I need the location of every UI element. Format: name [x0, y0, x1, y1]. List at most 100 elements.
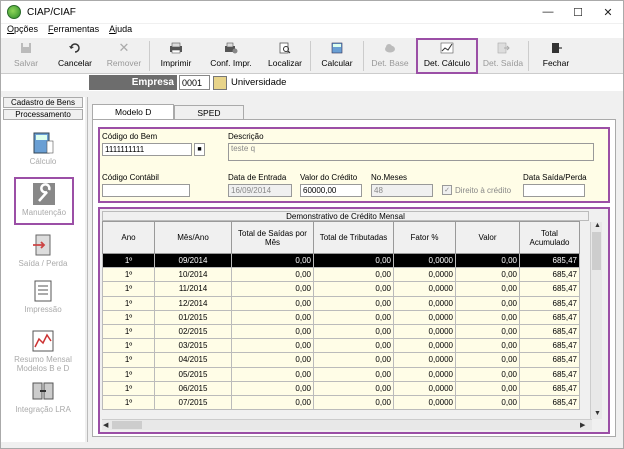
cancel-button[interactable]: Cancelar — [51, 38, 99, 74]
table-cell[interactable]: 0,00 — [231, 323, 314, 340]
horizontal-scrollbar[interactable]: ◀ ▶ — [102, 419, 592, 430]
empresa-code-field[interactable]: 0001 — [179, 75, 210, 90]
find-button[interactable]: Localizar — [260, 38, 310, 74]
table-cell[interactable]: 0,00 — [455, 295, 520, 311]
col-total-acumulado[interactable]: Total Acumulado — [519, 221, 580, 254]
table-cell[interactable]: 0,00 — [313, 252, 394, 269]
col-fator[interactable]: Fator % — [393, 221, 456, 254]
sidebar-item-impressao[interactable]: Impressão — [1, 279, 85, 314]
table-cell[interactable]: 1º — [102, 295, 155, 311]
sidebar-item-calculo[interactable]: Cálculo — [1, 131, 85, 166]
print-button[interactable]: Imprimir — [150, 38, 202, 74]
table-row[interactable]: 1º 01/2015 0,00 0,00 0,0000 0,00 685,47 — [102, 309, 580, 325]
table-cell[interactable]: 685,47 — [519, 323, 580, 340]
folder-icon[interactable] — [213, 75, 227, 90]
sidebar-item-resumo-mensal[interactable]: Resumo Mensal Modelos B e D — [1, 329, 85, 373]
table-cell[interactable]: 0,00 — [455, 380, 520, 396]
table-cell[interactable]: 0,00 — [231, 352, 314, 368]
sidebar-item-manutencao[interactable]: Manutenção — [14, 177, 74, 225]
table-cell[interactable]: 0,00 — [231, 366, 314, 382]
table-cell[interactable]: 05/2015 — [154, 366, 232, 382]
table-row[interactable]: 1º 07/2015 0,00 0,00 0,0000 0,00 685,47 — [102, 394, 580, 411]
vertical-scrollbar[interactable]: ▲ ▼ — [590, 222, 602, 419]
table-cell[interactable]: 0,00 — [455, 309, 520, 325]
calculate-button[interactable]: Calcular — [311, 38, 363, 74]
table-cell[interactable]: 685,47 — [519, 267, 580, 283]
maximize-button[interactable]: ☐ — [563, 1, 593, 23]
codigo-bem-field[interactable]: 1111111111 — [102, 143, 192, 156]
scroll-thumb[interactable] — [592, 232, 601, 270]
table-cell[interactable]: 0,00 — [455, 338, 520, 354]
col-total-saidas[interactable]: Total de Saídas por Mês — [231, 221, 314, 254]
col-valor[interactable]: Valor — [455, 221, 520, 254]
table-cell[interactable]: 1º — [102, 380, 155, 396]
table-cell[interactable]: 0,0000 — [393, 323, 456, 340]
print-settings-button[interactable]: Conf. Impr. — [202, 38, 260, 74]
codigo-contabil-field[interactable] — [102, 184, 190, 197]
table-cell[interactable]: 685,47 — [519, 281, 580, 297]
close-button[interactable]: ✕ — [593, 1, 623, 23]
table-cell[interactable]: 0,00 — [455, 267, 520, 283]
table-row[interactable]: 1º 12/2014 0,00 0,00 0,0000 0,00 685,47 — [102, 295, 580, 311]
table-cell[interactable]: 0,00 — [313, 366, 394, 382]
table-cell[interactable]: 0,00 — [455, 323, 520, 340]
table-row[interactable]: 1º 09/2014 0,00 0,00 0,0000 0,00 685,47 — [102, 252, 580, 269]
data-saida-field[interactable] — [523, 184, 585, 197]
table-cell[interactable]: 0,0000 — [393, 309, 456, 325]
table-cell[interactable]: 09/2014 — [154, 252, 232, 269]
table-cell[interactable]: 0,0000 — [393, 394, 456, 411]
table-cell[interactable]: 0,00 — [313, 323, 394, 340]
table-cell[interactable]: 0,0000 — [393, 338, 456, 354]
table-cell[interactable]: 04/2015 — [154, 352, 232, 368]
table-cell[interactable]: 12/2014 — [154, 295, 232, 311]
col-total-tributadas[interactable]: Total de Tributadas — [313, 221, 394, 254]
minimize-button[interactable]: — — [533, 1, 563, 23]
det-calculo-button[interactable]: Det. Cálculo — [416, 38, 478, 74]
table-cell[interactable]: 0,0000 — [393, 295, 456, 311]
close-app-button[interactable]: Fechar — [529, 38, 583, 74]
table-cell[interactable]: 1º — [102, 352, 155, 368]
table-cell[interactable]: 03/2015 — [154, 338, 232, 354]
table-row[interactable]: 1º 04/2015 0,00 0,00 0,0000 0,00 685,47 — [102, 352, 580, 368]
table-cell[interactable]: 0,00 — [313, 267, 394, 283]
table-row[interactable]: 1º 03/2015 0,00 0,00 0,0000 0,00 685,47 — [102, 338, 580, 354]
table-row[interactable]: 1º 11/2014 0,00 0,00 0,0000 0,00 685,47 — [102, 281, 580, 297]
table-row[interactable]: 1º 10/2014 0,00 0,00 0,0000 0,00 685,47 — [102, 267, 580, 283]
table-cell[interactable]: 07/2015 — [154, 394, 232, 411]
lookup-icon[interactable]: ■ — [194, 143, 205, 156]
table-cell[interactable]: 0,00 — [231, 309, 314, 325]
table-cell[interactable]: 0,00 — [455, 394, 520, 411]
table-cell[interactable]: 685,47 — [519, 338, 580, 354]
table-cell[interactable]: 0,00 — [231, 281, 314, 297]
valor-credito-field[interactable]: 60000,00 — [300, 184, 362, 197]
table-cell[interactable]: 1º — [102, 366, 155, 382]
scroll-right-icon[interactable]: ▶ — [580, 421, 585, 429]
table-cell[interactable]: 0,00 — [313, 281, 394, 297]
table-cell[interactable]: 1º — [102, 309, 155, 325]
table-cell[interactable]: 1º — [102, 281, 155, 297]
table-cell[interactable]: 0,00 — [455, 252, 520, 269]
table-cell[interactable]: 0,00 — [231, 338, 314, 354]
table-cell[interactable]: 0,00 — [313, 295, 394, 311]
table-cell[interactable]: 02/2015 — [154, 323, 232, 340]
table-cell[interactable]: 0,00 — [455, 281, 520, 297]
table-cell[interactable]: 0,00 — [455, 366, 520, 382]
sidebar-tab-processamento[interactable]: Processamento — [3, 109, 83, 120]
table-cell[interactable]: 0,00 — [231, 267, 314, 283]
table-cell[interactable]: 0,0000 — [393, 352, 456, 368]
table-cell[interactable]: 0,00 — [313, 352, 394, 368]
scroll-down-icon[interactable]: ▼ — [594, 410, 601, 417]
table-row[interactable]: 1º 06/2015 0,00 0,00 0,0000 0,00 685,47 — [102, 380, 580, 396]
sidebar-item-saida-perda[interactable]: Saída / Perda — [1, 233, 85, 268]
descricao-field[interactable]: teste q — [228, 143, 594, 161]
table-cell[interactable]: 1º — [102, 338, 155, 354]
col-ano[interactable]: Ano — [102, 221, 155, 254]
table-row[interactable]: 1º 02/2015 0,00 0,00 0,0000 0,00 685,47 — [102, 323, 580, 340]
table-cell[interactable]: 685,47 — [519, 295, 580, 311]
table-cell[interactable]: 685,47 — [519, 380, 580, 396]
table-cell[interactable]: 0,00 — [313, 309, 394, 325]
sidebar-item-integracao-lra[interactable]: Integração LRA — [1, 379, 85, 414]
table-cell[interactable]: 685,47 — [519, 394, 580, 411]
menu-opcoes[interactable]: Opções — [7, 24, 38, 38]
tab-sped[interactable]: SPED — [174, 105, 244, 119]
